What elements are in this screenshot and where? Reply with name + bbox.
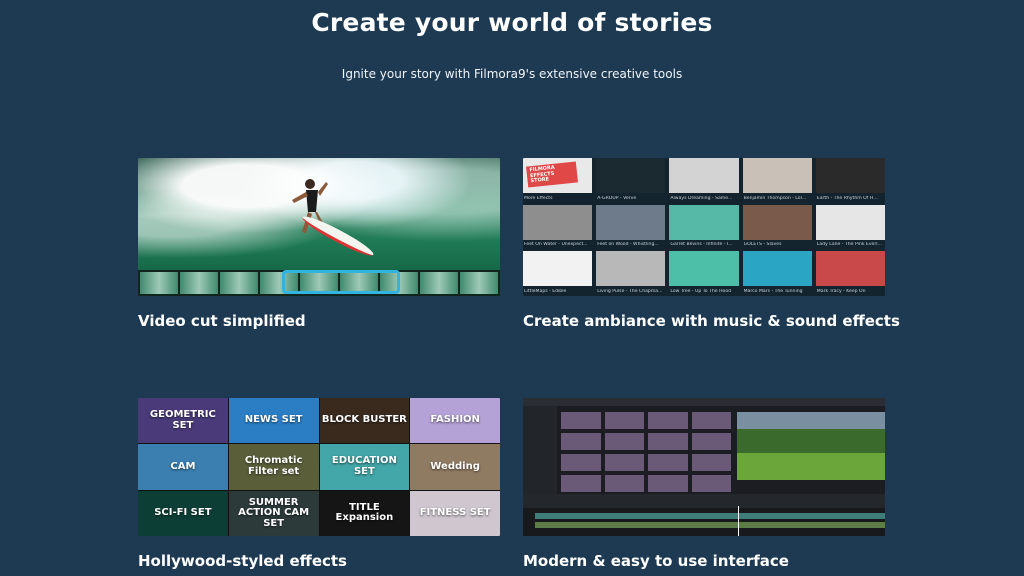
editor-interface-screenshot (523, 398, 885, 536)
album-art (596, 251, 666, 287)
feature-caption: Video cut simplified (138, 312, 306, 330)
effect-pack-tile[interactable]: Chromatic Filter set (228, 444, 319, 490)
album-art (815, 251, 885, 287)
effect-pack-tile[interactable]: GEOMETRIC SET (138, 398, 228, 444)
music-tile-label: Low Tree - Up To The Hood (670, 289, 732, 294)
album-art (742, 251, 812, 287)
editor-sidebar (523, 406, 557, 494)
effect-pack-tile[interactable]: FITNESS SET (410, 490, 500, 536)
music-tile-label: GOLETS - Slaves (743, 242, 782, 248)
music-tile[interactable]: Feet On Water - Unexpect... (523, 204, 593, 248)
music-tile-label: Marco Mars - The Tunning (743, 289, 803, 294)
effects-collage: GEOMETRIC SET NEWS SET BLOCK BUSTER FASHION… (138, 398, 500, 536)
album-art (815, 204, 885, 240)
music-tile[interactable]: Lady Lane - The Pink Everl... (815, 204, 885, 248)
music-tile[interactable]: LittleMaps - Edible (523, 251, 593, 294)
music-tile[interactable]: Low Tree - Up To The Hood (669, 251, 739, 294)
music-tile[interactable]: Earth - The Rhythm Of H... (815, 158, 885, 201)
music-tile[interactable]: A-GROUP - Verve (596, 158, 666, 201)
effect-pack-tile[interactable]: SUMMER ACTION CAM SET (228, 490, 319, 536)
album-art: FILMORA EFFECTS STORE (523, 158, 593, 193)
effect-pack-tile[interactable]: BLOCK BUSTER (319, 398, 410, 444)
music-tile-label: Feet On Water - Unexpect... (524, 242, 588, 248)
album-art (669, 158, 739, 193)
effect-pack-tile[interactable]: CAM (138, 444, 228, 490)
music-tile-label: Lady Lane - The Pink Everl... (816, 242, 882, 248)
music-tile[interactable]: Mark Tracy - Keep On (815, 251, 885, 294)
album-art (669, 251, 739, 287)
music-tile[interactable]: Feet on Wood - Whistling... (596, 204, 666, 248)
album-art (596, 204, 666, 240)
music-tile-label: LittleMaps - Edible (524, 289, 567, 294)
album-art (815, 158, 885, 193)
music-tile[interactable]: Benjamin Thompson - Lol... (742, 158, 812, 201)
page-subtitle: Ignite your story with Filmora9's extens… (341, 67, 683, 81)
music-tile-label: Earth - The Rhythm Of H... (816, 195, 878, 201)
music-library-grid: FILMORA EFFECTS STORE More Effects A-GROUP… (523, 158, 885, 296)
effects-store-badge: FILMORA EFFECTS STORE (526, 161, 578, 188)
music-tile[interactable]: FILMORA EFFECTS STORE More Effects (523, 158, 593, 201)
surfer-figure (292, 179, 328, 233)
effect-pack-tile[interactable]: SCI-FI SET (138, 490, 228, 536)
feature-card-effects: GEOMETRIC SET NEWS SET BLOCK BUSTER FASHION… (138, 398, 500, 570)
trim-selection-handle[interactable] (282, 270, 400, 294)
preview-window (737, 412, 885, 480)
editor-menubar (523, 398, 885, 406)
album-art (669, 204, 739, 240)
effect-pack-tile[interactable]: FASHION (410, 398, 500, 444)
effect-pack-tile[interactable]: NEWS SET (228, 398, 319, 444)
timeline-track-video (535, 513, 885, 519)
album-art (742, 158, 812, 193)
album-art (596, 158, 666, 193)
music-tile-label: Mark Tracy - Keep On (816, 289, 866, 294)
music-tile-label: More Effects (524, 195, 553, 201)
timeline-track-audio (535, 522, 885, 528)
music-tile[interactable]: Living Pulse - The Chapma... (596, 251, 666, 294)
music-tile-label: A-GROUP - Verve (597, 195, 637, 201)
effect-pack-tile[interactable]: EDUCATION SET (319, 444, 410, 490)
feature-card-interface: Modern & easy to use interface (523, 398, 885, 570)
music-tile[interactable]: Always Dreaming - Same... (669, 158, 739, 201)
music-tile[interactable]: Marco Mars - The Tunning (742, 251, 812, 294)
album-art (523, 251, 593, 287)
effect-pack-tile[interactable]: Wedding (410, 444, 500, 490)
music-tile-label: Living Pulse - The Chapma... (597, 289, 663, 294)
surfer-video-image (138, 158, 500, 296)
feature-caption: Hollywood-styled effects (138, 552, 347, 570)
music-tile-label: Garret Bevins - Infinite - I... (670, 242, 733, 248)
music-tile-label: Benjamin Thompson - Lol... (743, 195, 807, 201)
music-tile[interactable]: GOLETS - Slaves (742, 204, 812, 248)
effect-pack-tile[interactable]: TITLE Expansion (319, 490, 410, 536)
page-title: Create your world of stories (311, 8, 713, 37)
music-tile-label: Always Dreaming - Same... (670, 195, 733, 201)
feature-caption: Create ambiance with music & sound effec… (523, 312, 900, 330)
feature-caption: Modern & easy to use interface (523, 552, 789, 570)
playhead (738, 506, 739, 536)
media-library (561, 412, 731, 492)
feature-card-video-cut: Video cut simplified (138, 158, 500, 330)
feature-card-music: FILMORA EFFECTS STORE More Effects A-GROUP… (523, 158, 900, 330)
music-tile[interactable]: Garret Bevins - Infinite - I... (669, 204, 739, 248)
editor-toolbar (523, 494, 885, 508)
album-art (742, 204, 812, 240)
album-art (523, 204, 593, 240)
music-tile-label: Feet on Wood - Whistling... (597, 242, 659, 248)
